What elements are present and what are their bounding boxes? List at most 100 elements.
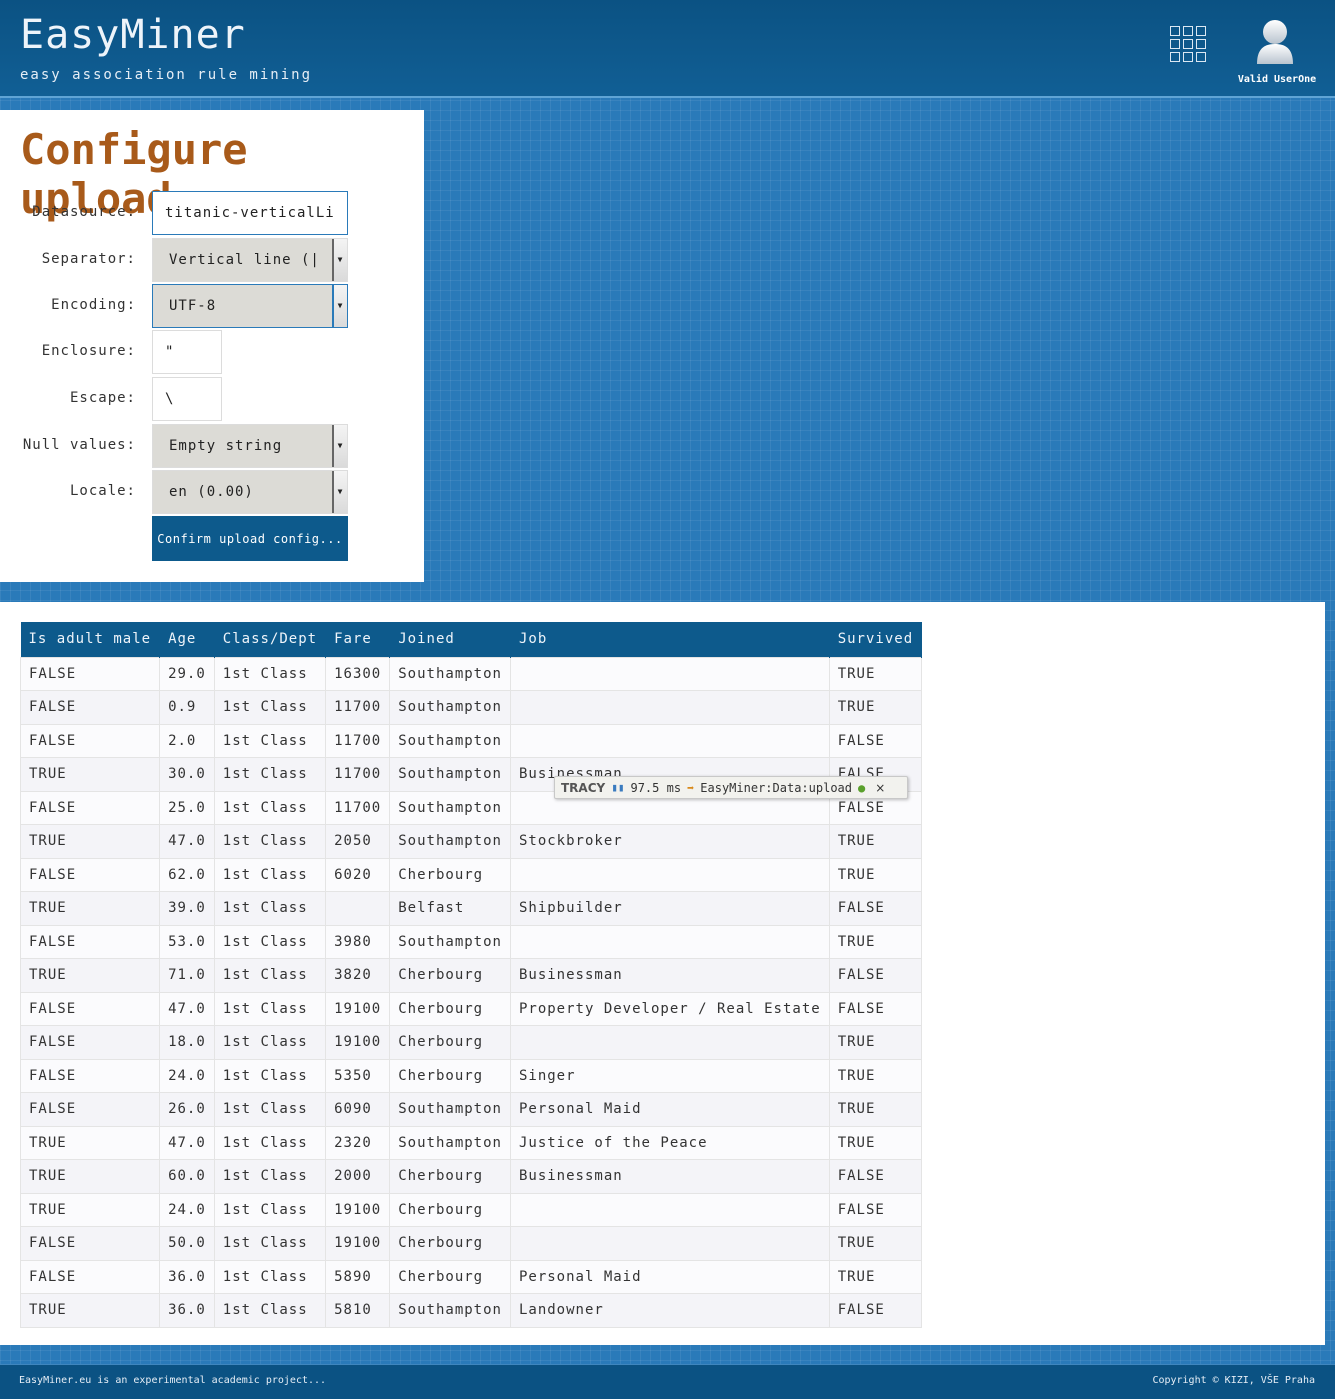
table-cell: TRUE (828, 690, 923, 725)
enclosure-input[interactable] (152, 330, 222, 374)
table-cell: 18.0 (159, 1025, 215, 1060)
table-cell: 2000 (325, 1159, 391, 1194)
encoding-select[interactable]: UTF-8 ▼ (152, 284, 348, 328)
table-cell: Cherbourg (389, 1058, 511, 1093)
column-header: Class/Dept (214, 622, 327, 657)
column-header: Job (510, 622, 830, 657)
table-cell: FALSE (19, 1092, 161, 1127)
table-cell: Southampton (389, 1293, 511, 1328)
chevron-down-icon[interactable]: ▼ (332, 471, 347, 513)
configure-upload-panel: Configure upload Datasource: Separator: … (0, 110, 424, 582)
user-name[interactable]: Valid UserOne (1236, 74, 1318, 85)
null-values-value: Empty string (169, 438, 283, 454)
app-logo[interactable]: EasyMiner (20, 12, 246, 58)
table-row: TRUE 36.0 1st Class 5810 Southampton Landowne… (19, 1293, 923, 1328)
table-cell: 1st Class (213, 1092, 327, 1127)
table-cell: FALSE (828, 958, 923, 993)
locale-select[interactable]: en (0.00) ▼ (152, 470, 348, 514)
table-cell: 3820 (325, 958, 391, 993)
escape-input[interactable] (152, 377, 222, 421)
table-cell: 19100 (325, 991, 391, 1026)
table-cell: 2050 (325, 824, 391, 859)
table-cell: 3980 (325, 924, 391, 959)
table-cell: TRUE (828, 1092, 923, 1127)
table-cell: TRUE (19, 958, 161, 993)
grid-apps-icon[interactable] (1170, 26, 1210, 66)
table-cell: 11700 (325, 723, 391, 758)
table-cell: 1st Class (213, 690, 327, 725)
table-cell: Singer (509, 1058, 830, 1093)
confirm-upload-config-button[interactable]: Confirm upload config... (152, 516, 348, 561)
tracy-route[interactable]: EasyMiner:Data:upload (700, 781, 852, 795)
table-cell: 1st Class (213, 891, 327, 926)
table-cell: 39.0 (159, 891, 215, 926)
datasource-row: Datasource: (0, 191, 424, 235)
table-cell: 71.0 (159, 958, 215, 993)
table-cell: 1st Class (213, 1226, 327, 1261)
table-cell: 11700 (325, 690, 391, 725)
table-cell: FALSE (19, 690, 161, 725)
table-cell: FALSE (19, 1259, 161, 1294)
table-cell: FALSE (19, 1025, 161, 1060)
table-row: FALSE 53.0 1st Class 3980 Southampton TRUE (19, 924, 923, 959)
table-row: FALSE 47.0 1st Class 19100 Cherbourg Property… (19, 991, 923, 1026)
table-cell: FALSE (19, 723, 161, 758)
column-header: Age (159, 622, 215, 657)
separator-value: Vertical line (|) (169, 252, 319, 268)
chevron-down-icon[interactable]: ▼ (332, 425, 347, 467)
user-icon[interactable]: ● (858, 781, 865, 795)
table-cell: 5810 (325, 1293, 391, 1328)
table-cell: 30.0 (159, 757, 215, 792)
table-cell: 0.9 (159, 690, 215, 725)
table-cell: 25.0 (159, 790, 215, 825)
separator-row: Separator: Vertical line (|) ▼ (0, 238, 424, 282)
tracy-debug-bar[interactable]: TRACY ▮▮ 97.5 ms ➡ EasyMiner:Data:upload… (554, 776, 908, 799)
table-cell: FALSE (828, 991, 923, 1026)
table-cell: FALSE (828, 1293, 923, 1328)
table-cell: 16300 (325, 656, 391, 691)
locale-row: Locale: en (0.00) ▼ (0, 470, 424, 514)
table-cell: 24.0 (159, 1192, 215, 1227)
table-cell: TRUE (828, 1226, 923, 1261)
table-cell: 1st Class (213, 1192, 327, 1227)
footer-project-link[interactable]: EasyMiner.eu is an experimental academic… (19, 1375, 326, 1386)
table-cell: FALSE (828, 891, 923, 926)
table-cell: 1st Class (213, 790, 327, 825)
table-cell (325, 891, 391, 926)
separator-select[interactable]: Vertical line (|) ▼ (152, 238, 348, 282)
chevron-down-icon[interactable]: ▼ (332, 285, 347, 327)
table-cell: 24.0 (159, 1058, 215, 1093)
table-cell: 62.0 (159, 857, 215, 892)
table-cell: Southampton (389, 1092, 511, 1127)
table-cell: 1st Class (213, 991, 327, 1026)
table-cell: 5890 (325, 1259, 391, 1294)
table-cell (509, 1025, 830, 1060)
user-avatar-icon[interactable] (1254, 18, 1296, 68)
table-cell: TRUE (19, 1192, 161, 1227)
table-cell: 1st Class (213, 1058, 327, 1093)
table-row: FALSE 18.0 1st Class 19100 Cherbourg TRUE (19, 1025, 923, 1060)
table-body: FALSE 29.0 1st Class 16300 Southampton TRUE FA… (19, 656, 923, 1328)
tracy-logo[interactable]: TRACY (561, 781, 605, 795)
table-cell: 1st Class (213, 757, 327, 792)
datasource-input[interactable] (152, 191, 348, 235)
table-cell (509, 690, 830, 725)
close-icon[interactable]: × (875, 781, 885, 795)
datasource-label: Datasource: (32, 204, 136, 220)
table-cell (509, 857, 830, 892)
null-values-select[interactable]: Empty string ▼ (152, 424, 348, 468)
table-row: TRUE 71.0 1st Class 3820 Cherbourg Businessma… (19, 958, 923, 993)
table-row: TRUE 24.0 1st Class 19100 Cherbourg FALSE (19, 1192, 923, 1227)
table-cell: TRUE (828, 857, 923, 892)
table-cell: 19100 (325, 1192, 391, 1227)
tracy-time[interactable]: 97.5 ms (630, 781, 681, 795)
table-cell: TRUE (19, 824, 161, 859)
table-cell: TRUE (828, 824, 923, 859)
table-cell: 1st Class (213, 1259, 327, 1294)
table-cell: Southampton (389, 790, 511, 825)
chevron-down-icon[interactable]: ▼ (332, 239, 347, 281)
table-cell: 1st Class (213, 857, 327, 892)
table-cell: Landowner (509, 1293, 830, 1328)
bar-chart-icon: ▮▮ (611, 781, 625, 794)
arrow-right-icon: ➡ (687, 780, 695, 795)
